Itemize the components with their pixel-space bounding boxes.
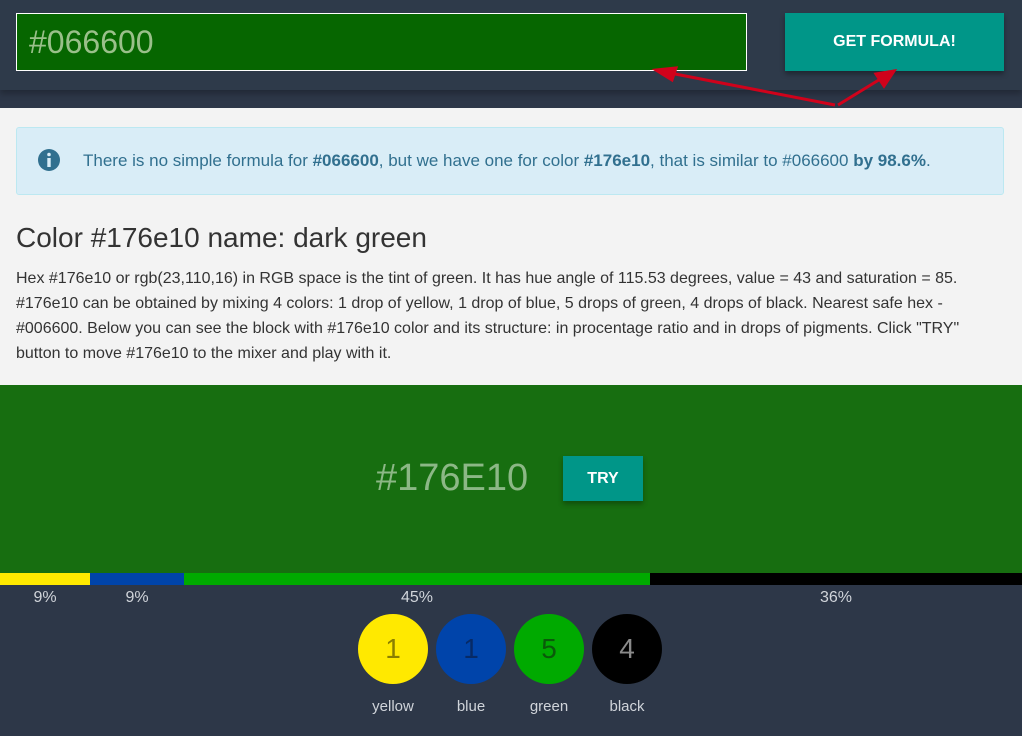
pigment-drops: 1 yellow 1 blue 5 green 4 black — [358, 614, 668, 715]
drop-label-green: green — [529, 698, 569, 715]
ratio-segment-green — [184, 573, 650, 585]
drop-circle-blue[interactable]: 1 — [436, 614, 506, 684]
similarity-value: by 98.6% — [853, 151, 926, 170]
red-arrow-icon — [651, 66, 898, 107]
color-description: Hex #176e10 or rgb(23,110,16) in RGB spa… — [16, 270, 960, 362]
drop-label-black: black — [609, 698, 645, 715]
found-hex: #176e10 — [583, 151, 651, 170]
ratio-segment-yellow — [0, 573, 90, 585]
try-button[interactable]: TRY — [563, 456, 643, 501]
ratio-segment-black — [650, 573, 1022, 585]
drop-circle-green[interactable]: 5 — [514, 614, 584, 684]
percent-label-black: 36% — [819, 589, 853, 606]
percent-label-yellow: 9% — [33, 589, 57, 606]
color-name-title: Color #176e10 name: dark green — [16, 222, 427, 253]
drop-label-yellow: yellow — [372, 698, 414, 715]
result-section: There is no simple formula for #066600, … — [0, 108, 1022, 385]
similarity-message: There is no simple formula for #066600, … — [83, 151, 931, 170]
swatch-hex-label: #176E10 — [376, 457, 529, 499]
percent-label-green: 45% — [400, 589, 434, 606]
drop-circle-black[interactable]: 4 — [592, 614, 662, 684]
annotation-arrows — [651, 66, 898, 107]
similarity-alert: There is no simple formula for #066600, … — [16, 127, 1004, 195]
percent-label-blue: 9% — [125, 589, 149, 606]
query-hex: #066600 — [312, 151, 379, 170]
ratio-segment-blue — [90, 573, 184, 585]
color-swatch: #176E10 TRY — [0, 385, 1022, 573]
pigment-ratio-bar — [0, 573, 1022, 585]
drop-label-blue: blue — [456, 698, 486, 715]
drop-circle-yellow[interactable]: 1 — [358, 614, 428, 684]
info-circle-icon — [38, 149, 60, 171]
